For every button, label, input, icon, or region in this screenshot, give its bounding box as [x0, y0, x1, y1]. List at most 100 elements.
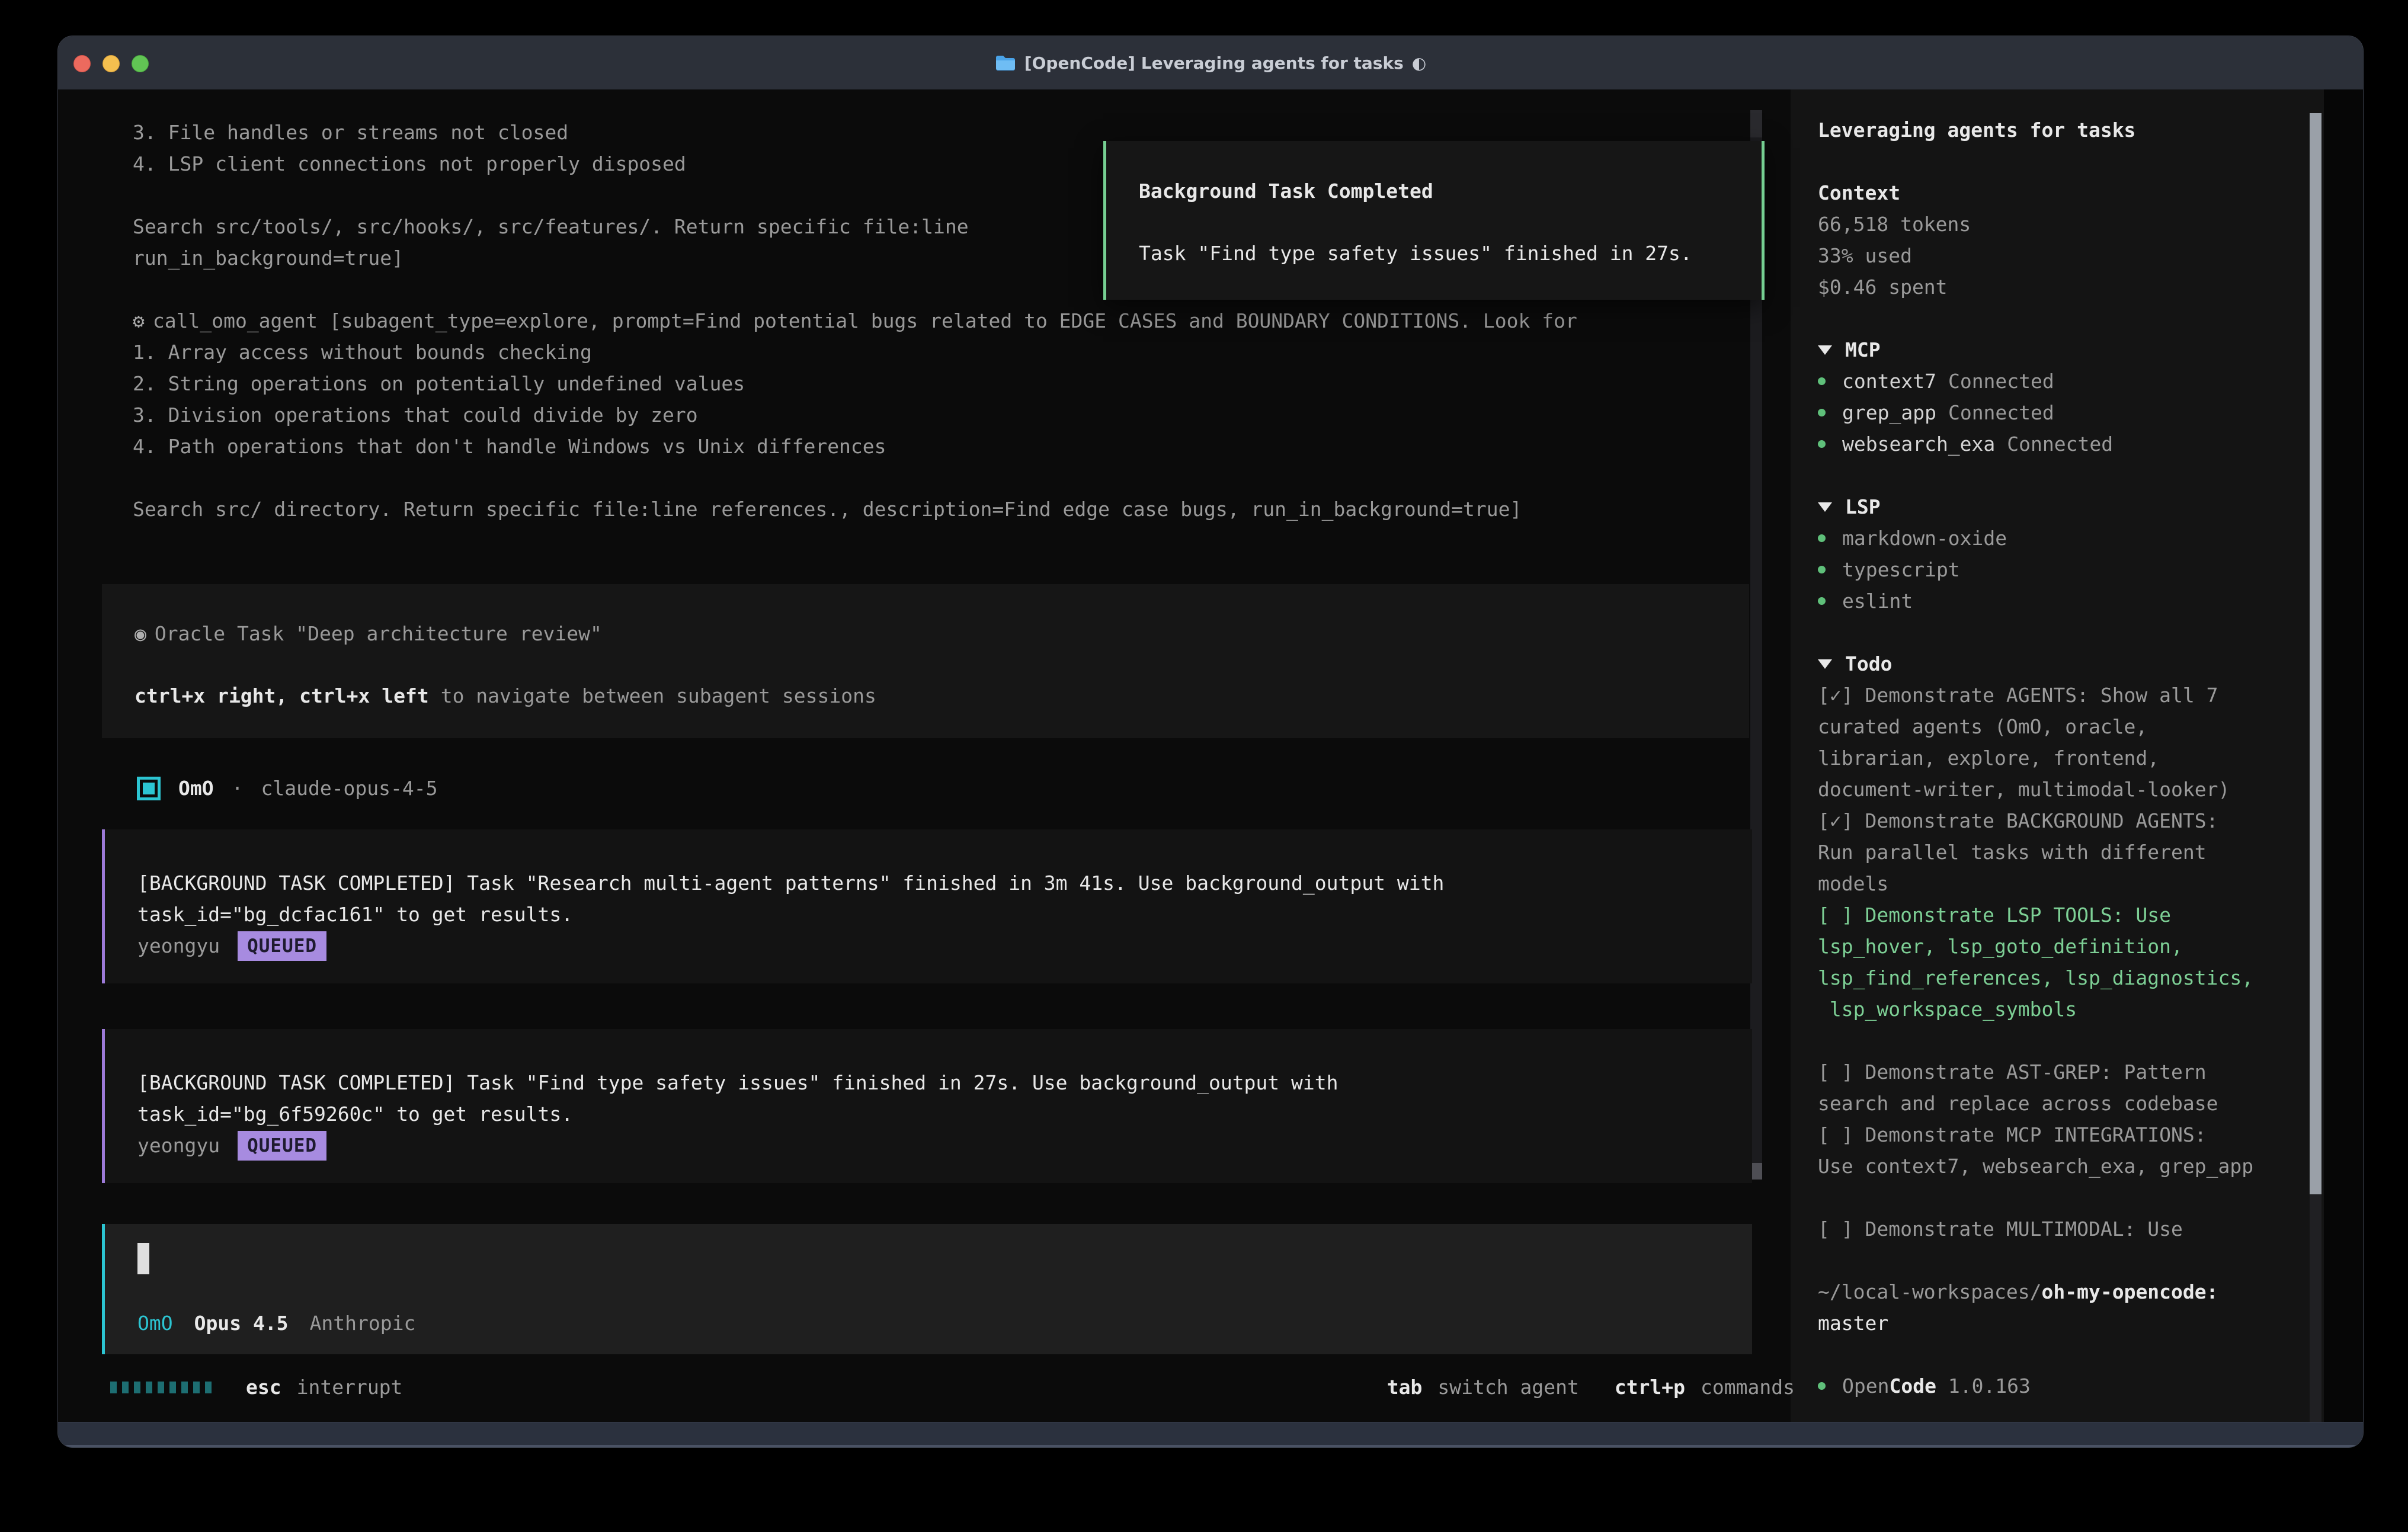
task-user: yeongyu [137, 930, 220, 961]
workspace-path: ~/local-workspaces/ [1818, 1276, 2042, 1307]
lsp-section-header[interactable]: LSP [1818, 491, 2310, 523]
separator-dot: · [232, 773, 244, 804]
notification-body: Task "Find type safety issues" finished … [1139, 238, 1692, 269]
todo-line: models [1818, 868, 2310, 899]
close-button[interactable] [73, 55, 91, 72]
opencode-window: [OpenCode] Leveraging agents for tasks ◐… [57, 36, 2364, 1448]
todo-section-header[interactable]: Todo [1818, 648, 2310, 680]
status-dot-icon [1818, 377, 1826, 385]
blank-line [1818, 303, 2310, 334]
minimize-button[interactable] [103, 55, 120, 72]
status-dot-icon [1818, 1382, 1826, 1390]
tab-key-hint: tab [1387, 1371, 1423, 1403]
agent-header: OmO · claude-opus-4-5 [137, 773, 438, 804]
prompt-input[interactable]: OmO Opus 4.5 Anthropic [102, 1224, 1752, 1354]
todo-line: curated agents (OmO, oracle, [1818, 711, 2310, 742]
mcp-item-status: Connected [1948, 366, 2054, 397]
window-controls [73, 55, 149, 72]
status-dot-icon [1818, 409, 1826, 416]
omo-agent-icon-fill [143, 783, 155, 794]
active-model-label[interactable]: Opus 4.5 [194, 1307, 289, 1339]
todo-line: [ ] Demonstrate MCP INTEGRATIONS: [1818, 1119, 2310, 1150]
fisheye-icon: ◉ [135, 622, 146, 645]
esc-key-hint: esc [246, 1371, 281, 1403]
tool-call-line: ⚙ call_omo_agent [subagent_type=explore, … [133, 305, 1577, 336]
oracle-task-title-line: ◉ Oracle Task "Deep architecture review" [135, 618, 602, 649]
blank-line [1818, 460, 2310, 491]
tool-call-text: call_omo_agent [subagent_type=explore, p… [153, 309, 1577, 332]
status-dot-icon [1818, 534, 1826, 542]
workspace-branch: master [1818, 1307, 2310, 1339]
status-dot-icon [1818, 440, 1826, 448]
collapse-triangle-icon [1818, 345, 1832, 355]
task-result-meta: yeongyu QUEUED [137, 930, 326, 961]
mcp-section-header[interactable]: MCP [1818, 334, 2310, 366]
folder-icon [995, 54, 1016, 72]
task-result-line1: [BACKGROUND TASK COMPLETED] Task "Resear… [137, 867, 1444, 899]
terminal-line: 4. Path operations that don't handle Win… [133, 431, 1577, 462]
workspace-repo: oh-my-opencode: [2042, 1276, 2218, 1307]
task-result-meta: yeongyu QUEUED [137, 1130, 326, 1161]
session-title: Leveraging agents for tasks [1818, 114, 2310, 146]
mcp-item-status: Connected [2007, 428, 2113, 460]
ctrlp-action-label: commands [1701, 1371, 1795, 1403]
text-cursor [137, 1243, 149, 1274]
todo-line: [ ] Demonstrate AST-GREP: Pattern [1818, 1056, 2310, 1088]
gear-icon: ⚙ [133, 309, 145, 332]
status-dot-icon [1818, 566, 1826, 573]
lsp-header-label: LSP [1845, 491, 1881, 523]
window-bottom-chrome [58, 1422, 2363, 1447]
blank-line [1818, 1182, 2310, 1213]
shortcut-keys: ctrl+x right, ctrl+x left [135, 684, 429, 707]
desktop: [OpenCode] Leveraging agents for tasks ◐… [0, 0, 2408, 1532]
sidebar-scrollbar-thumb[interactable] [2310, 113, 2321, 1194]
todo-header-label: Todo [1845, 648, 1892, 680]
input-footer: OmO Opus 4.5 Anthropic [137, 1307, 415, 1339]
blank-line [1818, 1245, 2310, 1276]
background-task-result-box: [BACKGROUND TASK COMPLETED] Task "Find t… [102, 1029, 1752, 1183]
background-task-result-box: [BACKGROUND TASK COMPLETED] Task "Resear… [102, 829, 1752, 983]
esc-action-label: interrupt [297, 1371, 403, 1403]
app-name-bold: Code [1889, 1370, 1936, 1402]
provider-label: Anthropic [310, 1307, 416, 1339]
app-version-line: OpenCode 1.0.163 [1818, 1370, 2310, 1402]
mcp-item-name: websearch_exa [1842, 428, 1995, 460]
window-title: [OpenCode] Leveraging agents for tasks [1024, 53, 1404, 73]
activity-spinner-dots-icon [110, 1382, 212, 1393]
context-header: Context [1818, 177, 2310, 209]
lsp-item: markdown-oxide [1818, 523, 2310, 554]
status-bar-right: tab switch agent ctrl+p commands [1387, 1371, 1795, 1403]
app-name-dim: Open [1842, 1370, 1889, 1402]
mcp-header-label: MCP [1845, 334, 1881, 366]
terminal-line: 2. String operations on potentially unde… [133, 368, 1577, 399]
terminal-line: Search src/ directory. Return specific f… [133, 493, 1577, 525]
todo-line: search and replace across codebase [1818, 1088, 2310, 1119]
sidebar-content: Leveraging agents for tasks Context 66,5… [1818, 114, 2310, 1402]
context-used: 33% used [1818, 240, 2310, 271]
active-agent-label[interactable]: OmO [137, 1307, 173, 1339]
blank-line [133, 462, 1577, 493]
task-result-line2: task_id="bg_dcfac161" to get results. [137, 899, 573, 930]
lsp-item: typescript [1818, 554, 2310, 585]
mcp-item: websearch_exa Connected [1818, 428, 2310, 460]
shortcut-description: to navigate between subagent sessions [441, 684, 876, 707]
todo-line: Run parallel tasks with different [1818, 836, 2310, 868]
session-sidebar: Leveraging agents for tasks Context 66,5… [1791, 89, 2324, 1422]
todo-line: [✓] Demonstrate AGENTS: Show all 7 [1818, 680, 2310, 711]
blank-line [1818, 617, 2310, 648]
tab-action-label: switch agent [1437, 1371, 1578, 1403]
zoom-button[interactable] [132, 55, 149, 72]
oracle-task-title: Oracle Task "Deep architecture review" [155, 622, 602, 645]
terminal-line: 1. Array access without bounds checking [133, 336, 1577, 368]
lsp-item-name: markdown-oxide [1842, 523, 2007, 554]
status-dot-icon [1818, 597, 1826, 605]
context-spent: $0.46 spent [1818, 271, 2310, 303]
title-bar: [OpenCode] Leveraging agents for tasks ◐ [58, 36, 2363, 91]
workspace-path-line: ~/local-workspaces/oh-my-opencode: [1818, 1276, 2310, 1307]
conversation-scrollbar-thumb[interactable] [1750, 1163, 1762, 1180]
oracle-task-shortcut-line: ctrl+x right, ctrl+x left to navigate bet… [135, 680, 876, 711]
status-bar: esc interrupt tab switch agent ctrl+p co… [110, 1371, 1795, 1403]
mcp-item-name: context7 [1842, 366, 1936, 397]
lsp-item-name: typescript [1842, 554, 1960, 585]
todo-line-active: lsp_find_references, lsp_diagnostics, [1818, 962, 2310, 993]
